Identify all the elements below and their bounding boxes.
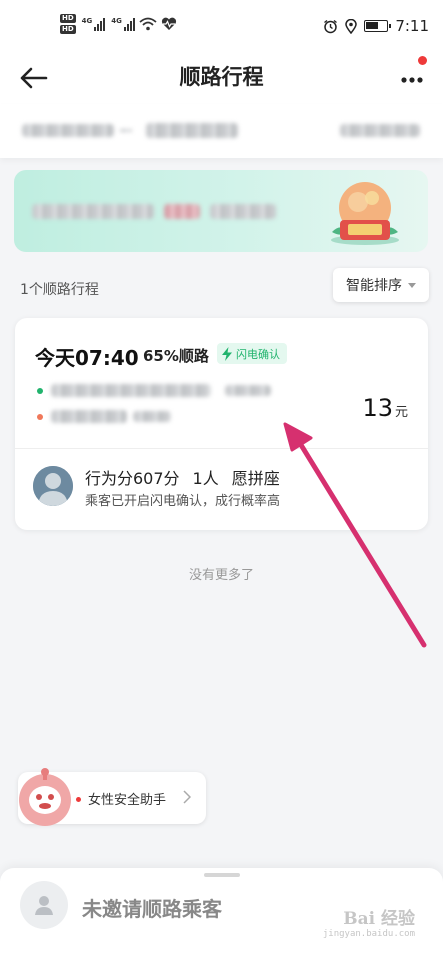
- alarm-icon: [324, 19, 338, 33]
- passenger-score: 行为分607分: [85, 469, 180, 488]
- trip-time: 今天07:40: [35, 346, 139, 370]
- hd-badge: HD: [60, 25, 76, 34]
- notification-dot: [418, 56, 427, 65]
- flash-confirm-badge: 闪电确认: [217, 343, 287, 364]
- dropoff-address-redacted: [51, 410, 127, 423]
- caret-down-icon: [408, 282, 416, 288]
- nav-bar: 顺路行程: [0, 52, 443, 104]
- passenger-count: 1人: [192, 469, 219, 488]
- page-title: 顺路行程: [179, 65, 264, 89]
- battery-icon: [364, 20, 392, 32]
- hd-badges: HD HD: [60, 14, 76, 34]
- location-icon: [345, 18, 358, 34]
- dropoff-distance-redacted: [133, 411, 171, 422]
- banner-text-redacted: [210, 204, 276, 219]
- destination-dot: [37, 414, 43, 420]
- chevron-right-icon: [183, 790, 191, 804]
- sheet-handle[interactable]: [204, 873, 240, 877]
- passenger-note: 乘客已开启闪电确认，成行概率高: [85, 494, 281, 509]
- signal-icon: 4G: [111, 17, 135, 31]
- signal-icon: 4G: [82, 17, 106, 31]
- bottom-sheet[interactable]: 未邀请顺路乘客 Bai 经验 jingyan.baidu.com: [0, 868, 443, 960]
- mascot-icon[interactable]: [16, 766, 74, 828]
- watermark-logo: Bai 经验: [343, 909, 415, 929]
- hd-badge: HD: [60, 14, 76, 23]
- sort-dropdown[interactable]: 智能排序: [333, 268, 429, 302]
- card-divider: [15, 448, 428, 449]
- clock: 7:11: [395, 17, 429, 35]
- status-right: 7:11: [323, 17, 429, 35]
- pickup-distance-redacted: [225, 385, 271, 396]
- network-type: 4G: [81, 17, 93, 25]
- price-unit: 元: [394, 405, 408, 420]
- route-time-redacted: [340, 124, 420, 137]
- user-placeholder-icon: [20, 881, 68, 929]
- status-left: HD HD 4G 4G: [60, 14, 177, 34]
- no-more-label: 没有更多了: [188, 568, 254, 583]
- origin-dot: [37, 388, 43, 394]
- passenger-info: 行为分607分 1人 愿拼座: [85, 465, 280, 489]
- trip-price: 13 元: [362, 394, 408, 422]
- notification-dot: [76, 797, 81, 802]
- sort-label: 智能排序: [346, 278, 402, 294]
- passenger-avatar[interactable]: [33, 466, 73, 506]
- banner-text-redacted: [164, 204, 200, 219]
- gift-box-illustration: [331, 182, 399, 245]
- wifi-icon: [139, 17, 157, 31]
- carpool-preference: 愿拼座: [231, 469, 280, 488]
- route-origin-redacted: [22, 124, 114, 137]
- pickup-address-redacted: [51, 384, 211, 397]
- route-summary[interactable]: [0, 104, 443, 158]
- safety-assistant-label: 女性安全助手: [88, 793, 167, 808]
- watermark: Bai 经验 jingyan.baidu.com: [323, 904, 415, 939]
- more-icon[interactable]: [399, 62, 425, 94]
- match-rate: 65%顺路: [143, 347, 209, 365]
- watermark-url: jingyan.baidu.com: [322, 929, 415, 939]
- trip-card[interactable]: 今天07:40 65%顺路 闪电确认 13 元 行为分607分 1人 愿拼座 乘…: [15, 318, 428, 530]
- trip-count: 1个顺路行程: [20, 282, 99, 298]
- banner-text-redacted: [32, 204, 154, 219]
- flash-confirm-label: 闪电确认: [236, 347, 280, 361]
- price-value: 13: [362, 394, 393, 422]
- lightning-icon: [222, 346, 232, 361]
- route-destination-redacted: [146, 123, 238, 138]
- network-type: 4G: [111, 17, 122, 25]
- route-separator: [120, 129, 132, 132]
- heart-rate-icon: [161, 17, 176, 30]
- status-bar: HD HD 4G 4G 7:11: [0, 0, 443, 52]
- promo-banner[interactable]: [14, 170, 428, 252]
- uninvited-passengers-title: 未邀请顺路乘客: [82, 897, 222, 921]
